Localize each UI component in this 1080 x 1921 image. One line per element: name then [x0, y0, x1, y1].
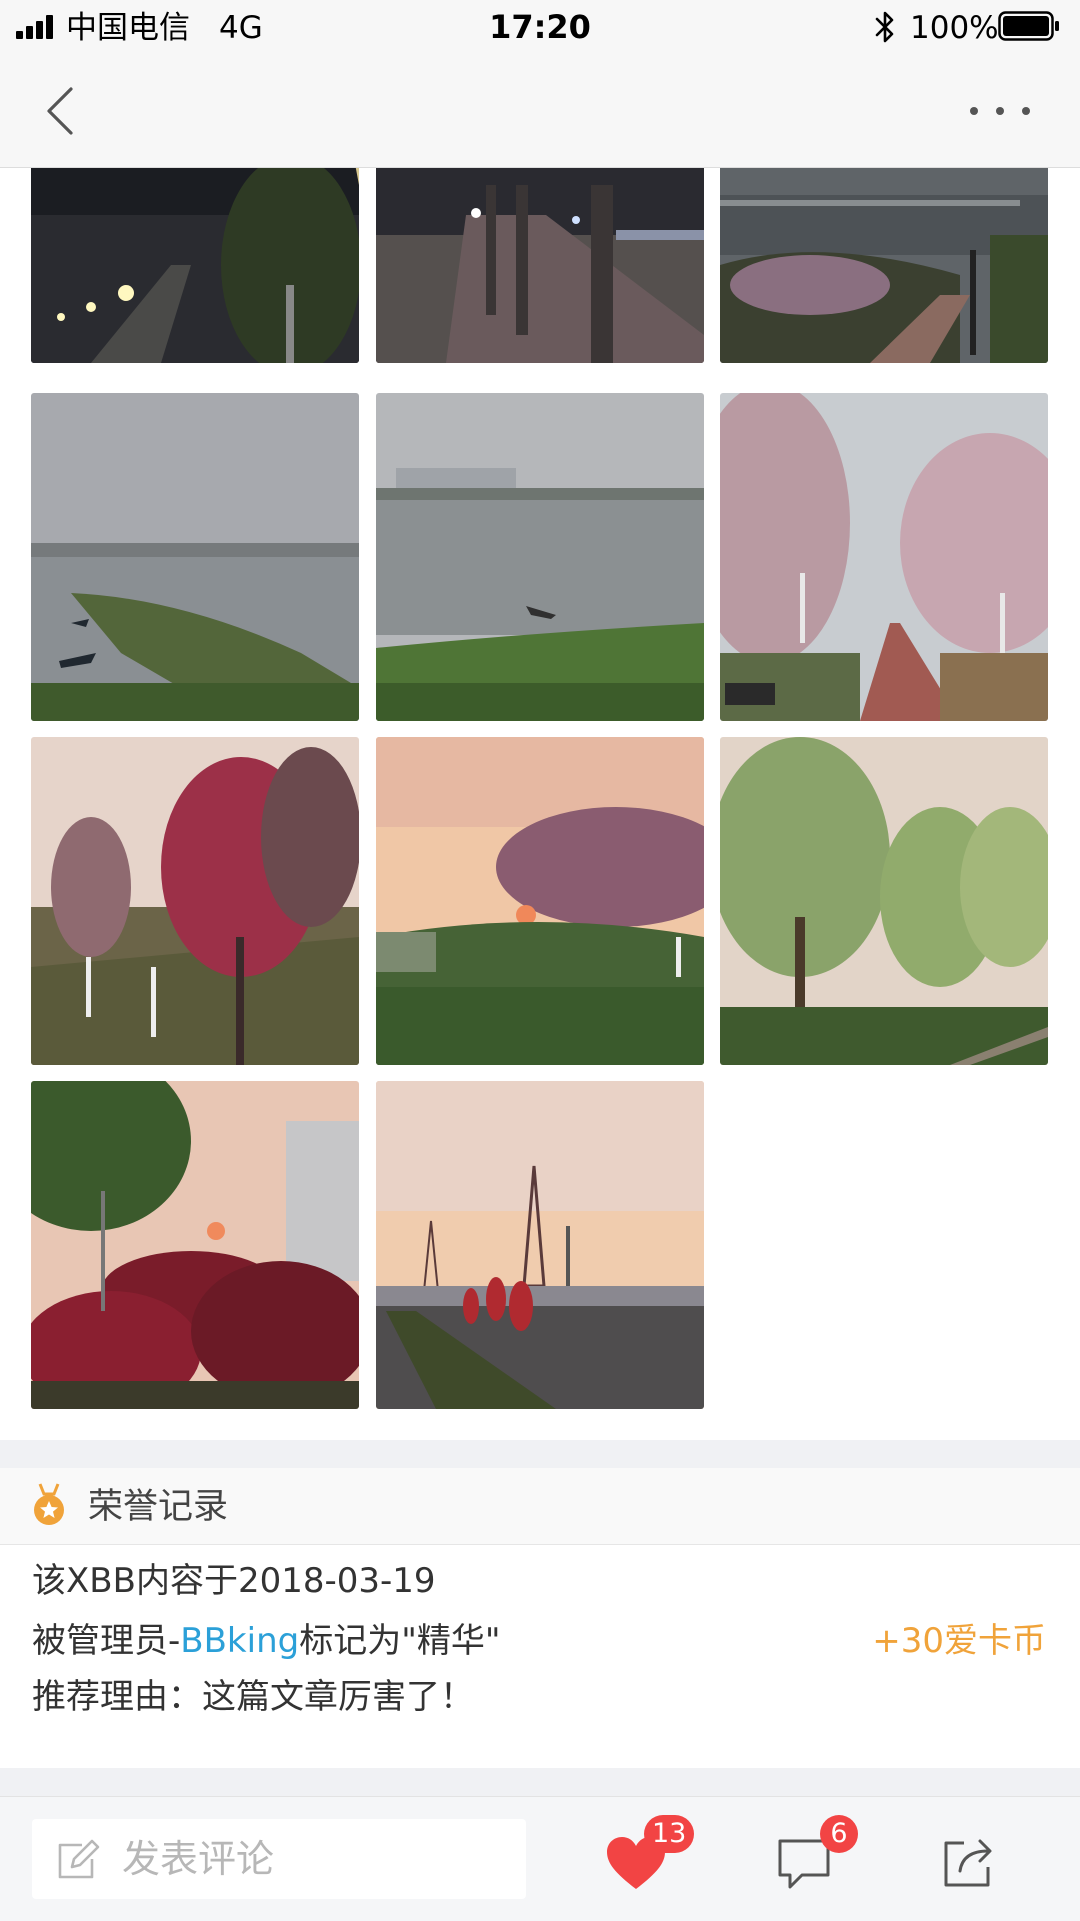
section-divider [0, 1440, 1080, 1468]
photo-thumbnail[interactable] [720, 737, 1048, 1065]
featured-date-text: 该XBB内容于2018-03-19 [32, 1561, 436, 1601]
photo-thumbnail[interactable] [720, 393, 1048, 721]
like-button[interactable]: 13 [590, 1815, 695, 1907]
network-type: 4G [219, 10, 263, 46]
photo-thumbnail[interactable] [720, 168, 1048, 363]
photo-thumbnail[interactable] [376, 737, 704, 1065]
share-icon [944, 1839, 992, 1887]
navigation-bar [0, 55, 1080, 168]
honor-record: 该XBB内容于2018-03-19 被管理员-BBking标记为"精华" +30… [0, 1545, 1080, 1768]
status-bar: 中国电信 4G 17:20 100% [0, 0, 1080, 55]
admin-link[interactable]: BBking [180, 1621, 299, 1661]
photo-thumbnail[interactable] [31, 737, 359, 1065]
photo-grid [0, 168, 1080, 1440]
comment-count-badge: 6 [820, 1815, 858, 1853]
share-button[interactable] [924, 1817, 1014, 1907]
photo-thumbnail[interactable] [31, 393, 359, 721]
more-dots-icon[interactable] [960, 81, 1040, 141]
reward-points: +30爱卡币 [872, 1621, 1046, 1661]
honor-header: 荣誉记录 [0, 1468, 1080, 1545]
carrier-name: 中国电信 [66, 10, 190, 46]
photo-thumbnail[interactable] [376, 168, 704, 363]
photo-thumbnail[interactable] [376, 1081, 704, 1409]
section-divider [0, 1768, 1080, 1796]
featured-by-prefix: 被管理员- [32, 1621, 181, 1661]
like-count-badge: 13 [644, 1815, 695, 1853]
photo-thumbnail[interactable] [31, 1081, 359, 1409]
bottom-toolbar: 发表评论 13 6 [0, 1796, 1080, 1921]
recommend-reason-text: 推荐理由：这篇文章厉害了！ [32, 1677, 474, 1717]
comment-button[interactable]: 6 [758, 1815, 858, 1907]
photo-thumbnail[interactable] [31, 168, 359, 363]
status-time: 17:20 [489, 8, 591, 46]
featured-by-suffix: 标记为"精华" [299, 1621, 501, 1661]
edit-icon [58, 1839, 100, 1879]
bluetooth-icon [875, 11, 894, 43]
honor-title: 荣誉记录 [88, 1487, 229, 1527]
medal-icon [34, 1483, 64, 1525]
battery-percent: 100% [910, 10, 999, 46]
featured-by-text: 被管理员-BBking标记为"精华" [32, 1619, 500, 1663]
signal-strength-icon [16, 15, 56, 39]
battery-icon [998, 11, 1059, 41]
back-chevron-icon[interactable] [35, 81, 85, 141]
comment-placeholder: 发表评论 [122, 1837, 275, 1881]
comment-input[interactable]: 发表评论 [32, 1819, 526, 1899]
photo-thumbnail[interactable] [376, 393, 704, 721]
